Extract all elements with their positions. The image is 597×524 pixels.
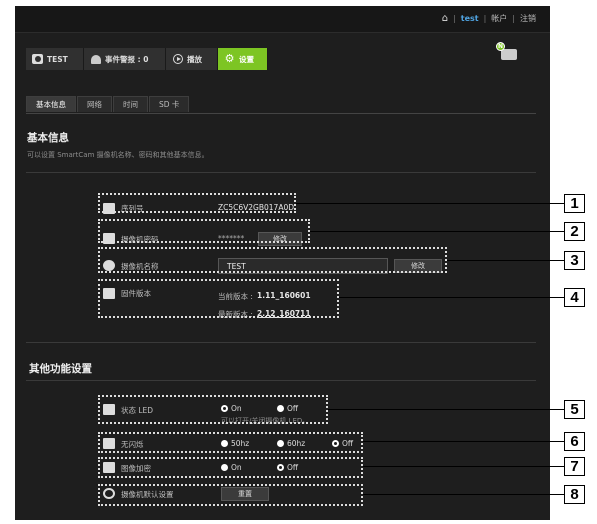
nav-event-alarm-button[interactable]: 事件警报 : 0 xyxy=(84,48,166,70)
tab-network[interactable]: 网络 xyxy=(77,96,112,112)
highlight-box xyxy=(98,432,363,453)
nav-label: 设置 xyxy=(239,54,254,64)
status-badge: N xyxy=(496,42,505,51)
nav-label: TEST xyxy=(47,54,68,64)
callout-8: 8 xyxy=(564,485,585,504)
nav-label: 事件警报 : 0 xyxy=(105,54,149,64)
callout-5: 5 xyxy=(564,400,585,419)
section-description: 可以设置 SmartCam 摄像机名称、密码和其他基本信息。 xyxy=(27,151,209,159)
leader-line xyxy=(296,203,564,204)
logout-link[interactable]: 注销 xyxy=(520,13,536,24)
callout-7: 7 xyxy=(564,457,585,476)
leader-line xyxy=(363,466,564,467)
highlight-box xyxy=(98,395,328,424)
tab-basic-info[interactable]: 基本信息 xyxy=(26,96,76,112)
leader-line xyxy=(339,297,564,298)
highlight-box xyxy=(98,457,363,478)
top-links: ⌂ | test | 帐户 | 注销 xyxy=(442,13,536,24)
highlight-box xyxy=(98,193,296,213)
leader-line xyxy=(447,260,564,261)
callout-6: 6 xyxy=(564,432,585,451)
callout-4: 4 xyxy=(564,288,585,307)
highlight-box xyxy=(98,484,363,506)
leader-line xyxy=(363,494,564,495)
callout-1: 1 xyxy=(564,194,585,213)
main-nav: TEST 事件警报 : 0 播放 ⚙ 设置 xyxy=(26,48,268,70)
section-title-basic: 基本信息 xyxy=(27,132,69,144)
highlight-box xyxy=(98,219,310,243)
camera-status-icon[interactable]: N xyxy=(496,42,520,64)
tab-time[interactable]: 时间 xyxy=(113,96,148,112)
leader-line xyxy=(363,441,564,442)
separator: | xyxy=(483,14,487,23)
account-link[interactable]: 帐户 xyxy=(491,13,507,24)
camera-icon xyxy=(32,54,43,65)
nav-label: 播放 xyxy=(187,54,202,64)
top-bar: ⌂ | test | 帐户 | 注销 xyxy=(15,6,550,33)
leader-line xyxy=(328,409,564,410)
nav-camera-button[interactable]: TEST xyxy=(26,48,84,70)
nav-playback-button[interactable]: 播放 xyxy=(166,48,218,70)
play-icon xyxy=(172,54,183,65)
highlight-box xyxy=(98,247,447,273)
callout-2: 2 xyxy=(564,222,585,241)
divider xyxy=(26,380,536,381)
callout-3: 3 xyxy=(564,251,585,270)
settings-tabs: 基本信息 网络 时间 SD 卡 xyxy=(26,96,536,114)
section-title-other: 其他功能设置 xyxy=(29,363,92,375)
bell-icon xyxy=(90,54,101,65)
separator: | xyxy=(512,14,515,23)
divider xyxy=(26,172,536,173)
home-icon[interactable]: ⌂ xyxy=(442,13,448,23)
tab-sd-card[interactable]: SD 卡 xyxy=(149,96,190,112)
camera-icon xyxy=(501,49,517,60)
separator: | xyxy=(453,14,456,23)
highlight-box xyxy=(98,279,339,318)
username-link[interactable]: test xyxy=(461,14,479,23)
divider xyxy=(26,342,536,343)
gear-icon: ⚙ xyxy=(224,52,235,65)
nav-settings-button[interactable]: ⚙ 设置 xyxy=(218,48,268,70)
leader-line xyxy=(310,231,564,232)
